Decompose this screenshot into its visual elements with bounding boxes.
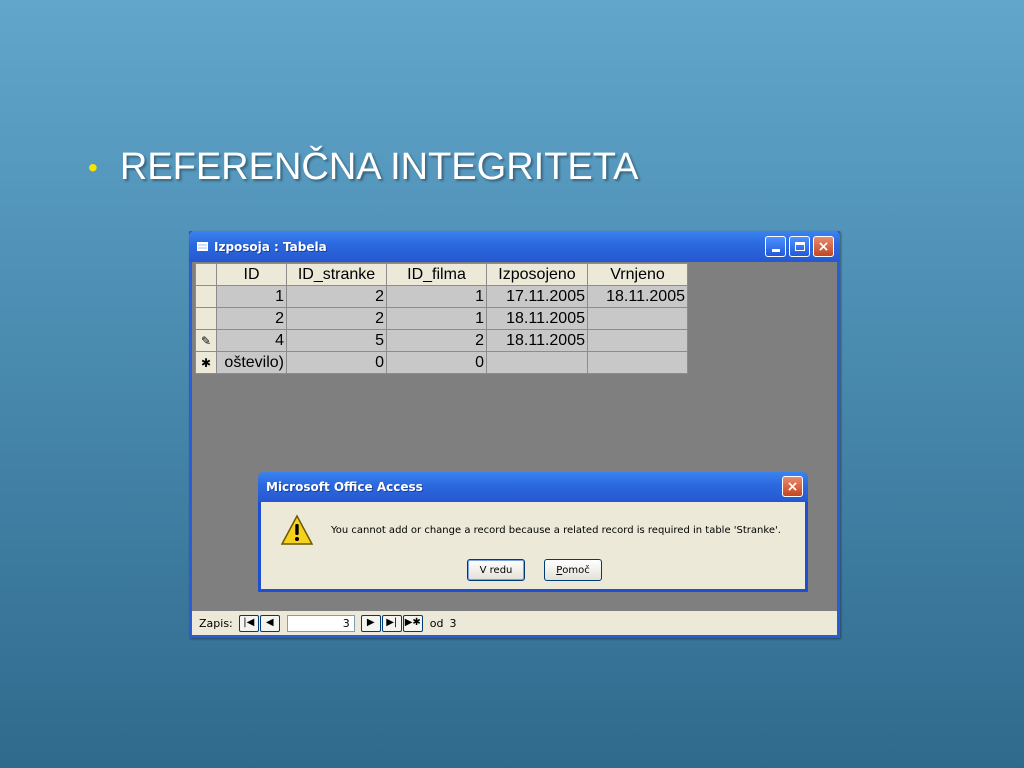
dialog-close-button[interactable]: × (782, 476, 803, 497)
column-header-izposojeno[interactable]: Izposojeno (486, 263, 588, 286)
last-record-icon: ▶| (386, 617, 398, 628)
bullet-icon: • (88, 151, 98, 183)
table-row: 2 2 1 18.11.2005 (195, 307, 688, 330)
warning-icon (280, 514, 314, 545)
record-navigation-bar: Zapis: |◀ ◀ 3 ▶ ▶| ▶✱ od 3 (192, 611, 837, 635)
dialog-title: Microsoft Office Access (266, 480, 423, 494)
current-record-input[interactable]: 3 (286, 614, 355, 632)
cell-vrnjeno[interactable]: 18.11.2005 (587, 285, 688, 308)
header-row: ID ID_stranke ID_filma Izposojeno Vrnjen… (195, 263, 688, 286)
cell-id-stranke[interactable]: 0 (286, 351, 387, 374)
cell-id-stranke[interactable]: 2 (286, 307, 387, 330)
dialog-titlebar[interactable]: Microsoft Office Access × (258, 472, 808, 502)
cell-izposojeno[interactable]: 18.11.2005 (486, 307, 588, 330)
window-title: Izposoja : Tabela (214, 239, 327, 254)
cell-id-stranke[interactable]: 5 (286, 329, 387, 352)
column-header-id[interactable]: ID (216, 263, 287, 286)
cell-izposojeno[interactable]: 18.11.2005 (486, 329, 588, 352)
cell-id[interactable]: oštevilo) (216, 351, 287, 374)
row-selector[interactable] (195, 307, 217, 330)
minimize-button[interactable] (765, 236, 786, 257)
record-total: 3 (449, 616, 457, 630)
ok-button[interactable]: V redu (467, 559, 525, 581)
table-row-editing: ✎ 4 5 2 18.11.2005 (195, 329, 688, 352)
cell-id-filma[interactable]: 0 (386, 351, 487, 374)
cell-vrnjeno[interactable] (587, 329, 688, 352)
column-header-id-filma[interactable]: ID_filma (386, 263, 487, 286)
new-record-icon[interactable]: ✱ (195, 351, 217, 374)
cell-id[interactable]: 4 (216, 329, 287, 352)
window-titlebar[interactable]: Izposoja : Tabela × (189, 231, 840, 262)
edit-pencil-icon[interactable]: ✎ (195, 329, 217, 352)
record-label: Zapis: (199, 616, 233, 630)
row-selector[interactable] (195, 285, 217, 308)
close-icon: × (786, 478, 799, 495)
help-button[interactable]: Pomoč (544, 559, 602, 581)
next-record-button[interactable]: ▶ (360, 614, 381, 632)
record-of-label: od (429, 616, 444, 630)
close-button[interactable]: × (813, 236, 834, 257)
cell-id-filma[interactable]: 2 (386, 329, 487, 352)
error-dialog: Microsoft Office Access × You cannot add… (258, 472, 808, 592)
select-all-cell[interactable] (195, 263, 217, 286)
new-record-nav-icon: ▶✱ (404, 617, 421, 628)
first-record-icon: |◀ (243, 617, 255, 628)
last-record-button[interactable]: ▶| (381, 614, 402, 632)
datasheet-icon (197, 242, 208, 251)
cell-id-filma[interactable]: 1 (386, 285, 487, 308)
close-icon: × (817, 238, 830, 255)
column-header-id-stranke[interactable]: ID_stranke (286, 263, 387, 286)
cell-id[interactable]: 1 (216, 285, 287, 308)
column-header-vrnjeno[interactable]: Vrnjeno (587, 263, 688, 286)
maximize-icon (794, 242, 805, 251)
cell-id[interactable]: 2 (216, 307, 287, 330)
previous-record-icon: ◀ (265, 617, 274, 628)
new-record-button[interactable]: ▶✱ (402, 614, 423, 632)
maximize-button[interactable] (789, 236, 810, 257)
cell-izposojeno[interactable]: 17.11.2005 (486, 285, 588, 308)
minimize-icon (771, 249, 780, 252)
slide-title: • REFERENČNA INTEGRITETA (88, 146, 639, 189)
dialog-message: You cannot add or change a record becaus… (331, 525, 781, 536)
cell-id-stranke[interactable]: 2 (286, 285, 387, 308)
first-record-button[interactable]: |◀ (238, 614, 259, 632)
cell-izposojeno[interactable] (486, 351, 588, 374)
previous-record-button[interactable]: ◀ (259, 614, 280, 632)
cell-id-filma[interactable]: 1 (386, 307, 487, 330)
help-label: omoč (562, 564, 590, 576)
table-row: 1 2 1 17.11.2005 18.11.2005 (195, 285, 688, 308)
cell-vrnjeno[interactable] (587, 351, 688, 374)
cell-vrnjeno[interactable] (587, 307, 688, 330)
slide-title-text: REFERENČNA INTEGRITETA (119, 146, 639, 188)
table-row-new: ✱ oštevilo) 0 0 (195, 351, 688, 374)
next-record-icon: ▶ (366, 617, 375, 628)
datasheet: ID ID_stranke ID_filma Izposojeno Vrnjen… (195, 263, 688, 374)
